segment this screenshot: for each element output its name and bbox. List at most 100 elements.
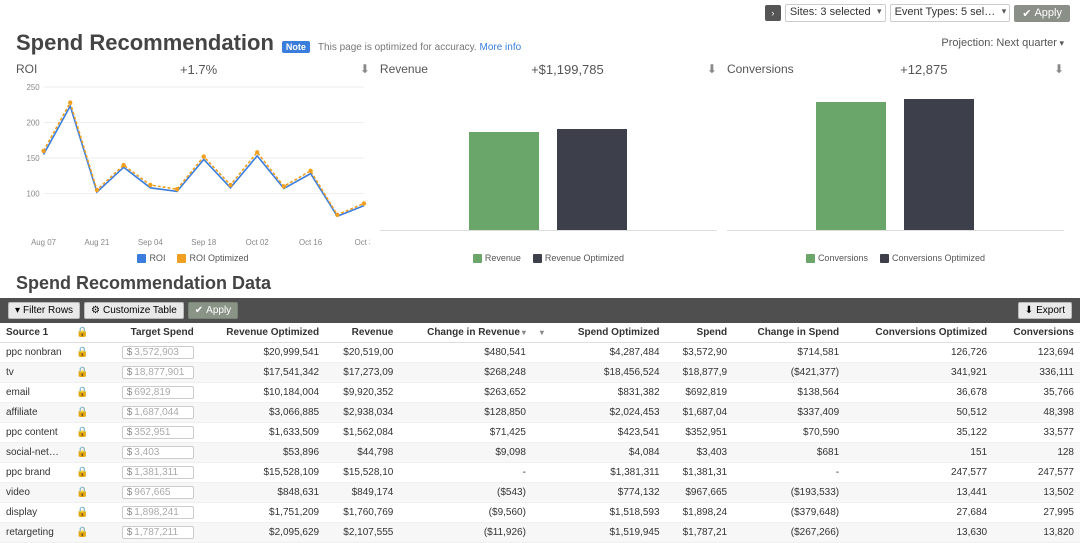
roi-label: ROI bbox=[16, 62, 37, 76]
table-row[interactable]: affiliate🔒1,687,044$3,066,885$2,938,034$… bbox=[0, 403, 1080, 423]
note-badge: Note bbox=[282, 41, 310, 53]
export-button[interactable]: ⬇ Export bbox=[1018, 302, 1072, 319]
target-spend-input[interactable]: 1,381,311 bbox=[122, 466, 194, 479]
charts-row: ROI +1.7% ⬇ 100 150 200 250 Aug 07 Aug 21 Sep … bbox=[0, 56, 1080, 273]
table-row[interactable]: ppc content🔒352,951$1,633,509$1,562,084$… bbox=[0, 423, 1080, 443]
conv-bar bbox=[816, 102, 886, 230]
svg-text:Sep 04: Sep 04 bbox=[138, 238, 163, 247]
table-apply-label: Apply bbox=[206, 305, 231, 316]
lock-icon[interactable]: 🔒 bbox=[76, 507, 88, 518]
target-spend-input[interactable]: 18,877,901 bbox=[122, 366, 194, 379]
svg-text:250: 250 bbox=[26, 83, 40, 92]
lock-icon[interactable]: 🔒 bbox=[76, 387, 88, 398]
table-row[interactable]: display🔒1,898,241$1,751,209$1,760,769($9… bbox=[0, 503, 1080, 523]
table-row[interactable]: video🔒967,665$848,631$849,174($543)$774,… bbox=[0, 483, 1080, 503]
svg-text:Oct 02: Oct 02 bbox=[246, 238, 269, 247]
col-8[interactable]: Spend bbox=[666, 323, 734, 343]
target-spend-input[interactable]: 3,403 bbox=[122, 446, 194, 459]
table-row[interactable]: email🔒692,819$10,184,004$9,920,352$263,6… bbox=[0, 383, 1080, 403]
download-icon[interactable]: ⬇ bbox=[1054, 62, 1064, 76]
filter-rows-button[interactable]: ▾ Filter Rows bbox=[8, 302, 80, 319]
conversions-chart-card: Conversions +12,875 ⬇ Conversions Conver… bbox=[727, 62, 1064, 263]
table-row[interactable]: tv🔒18,877,901$17,541,342$17,273,09$268,2… bbox=[0, 363, 1080, 383]
col-11[interactable]: Conversions bbox=[993, 323, 1080, 343]
roi-delta: +1.7% bbox=[37, 62, 360, 77]
table-row[interactable]: ppc brand🔒1,381,311$15,528,109$15,528,10… bbox=[0, 463, 1080, 483]
col-6[interactable]: ▾ bbox=[532, 323, 554, 343]
roi-chart: 100150200250Aug 07Aug 21Sep 04Sep 18Oct … bbox=[16, 81, 370, 251]
event-types-select[interactable]: Event Types: 5 sel… bbox=[890, 4, 1011, 22]
target-spend-input[interactable]: 3,572,903 bbox=[122, 346, 194, 359]
revenue-chart-card: Revenue +$1,199,785 ⬇ Revenue Revenue Op… bbox=[380, 62, 717, 263]
table-toolbar: ▾ Filter Rows ⚙ Customize Table ✔ Apply … bbox=[0, 298, 1080, 323]
col-7[interactable]: Spend Optimized bbox=[553, 323, 665, 343]
revenue-bar bbox=[469, 132, 539, 230]
collapse-icon[interactable]: › bbox=[765, 5, 781, 21]
legend-conv: Conversions bbox=[818, 253, 868, 263]
target-spend-input[interactable]: 1,687,044 bbox=[122, 406, 194, 419]
lock-icon: 🔒 bbox=[76, 327, 88, 338]
apply-button[interactable]: ✔ Apply bbox=[1014, 5, 1070, 22]
lock-icon[interactable]: 🔒 bbox=[76, 407, 88, 418]
legend-roi: ROI bbox=[149, 253, 165, 263]
target-spend-input[interactable]: 1,787,211 bbox=[122, 526, 194, 539]
svg-text:200: 200 bbox=[26, 118, 40, 127]
lock-icon[interactable]: 🔒 bbox=[76, 487, 88, 498]
svg-text:Aug 21: Aug 21 bbox=[84, 238, 109, 247]
col-4[interactable]: Revenue bbox=[325, 323, 399, 343]
col-9[interactable]: Change in Spend bbox=[733, 323, 845, 343]
col-5[interactable]: Change in Revenue▾ bbox=[399, 323, 532, 343]
projection-select[interactable]: Projection: Next quarter bbox=[941, 37, 1064, 49]
apply-label: Apply bbox=[1034, 7, 1062, 19]
conversions-delta: +12,875 bbox=[794, 62, 1054, 77]
svg-text:Oct 3: Oct 3 bbox=[355, 238, 370, 247]
revenue-opt-bar bbox=[557, 129, 627, 230]
target-spend-input[interactable]: 1,898,241 bbox=[122, 506, 194, 519]
table-apply-button[interactable]: ✔ Apply bbox=[188, 302, 238, 319]
download-icon[interactable]: ⬇ bbox=[360, 62, 370, 76]
target-spend-input[interactable]: 692,819 bbox=[122, 386, 194, 399]
export-label: Export bbox=[1036, 305, 1065, 316]
table-row[interactable]: ppc nonbran🔒3,572,903$20,999,541$20,519,… bbox=[0, 343, 1080, 363]
lock-icon[interactable]: 🔒 bbox=[76, 367, 88, 378]
page-title: Spend Recommendation bbox=[16, 30, 274, 56]
revenue-legend: Revenue Revenue Optimized bbox=[380, 253, 717, 263]
note-text-content: This page is optimized for accuracy. bbox=[318, 42, 477, 53]
svg-text:Aug 07: Aug 07 bbox=[31, 238, 56, 247]
svg-text:100: 100 bbox=[26, 189, 40, 198]
target-spend-input[interactable]: 967,665 bbox=[122, 486, 194, 499]
table-row[interactable]: social-networ🔒3,403$53,896$44,798$9,098$… bbox=[0, 443, 1080, 463]
table-row[interactable]: retargeting🔒1,787,211$2,095,629$2,107,55… bbox=[0, 523, 1080, 543]
lock-icon[interactable]: 🔒 bbox=[76, 447, 88, 458]
table-subtitle: Spend Recommendation Data bbox=[0, 273, 1080, 298]
col-0[interactable]: Source 1 bbox=[0, 323, 70, 343]
legend-rev-opt: Revenue Optimized bbox=[545, 253, 624, 263]
customize-table-button[interactable]: ⚙ Customize Table bbox=[84, 302, 184, 319]
roi-chart-card: ROI +1.7% ⬇ 100 150 200 250 Aug 07 Aug 21 Sep … bbox=[16, 62, 370, 263]
download-icon[interactable]: ⬇ bbox=[707, 62, 717, 76]
conversions-legend: Conversions Conversions Optimized bbox=[727, 253, 1064, 263]
sites-select[interactable]: Sites: 3 selected bbox=[785, 4, 886, 22]
conversions-chart bbox=[727, 81, 1064, 251]
legend-rev: Revenue bbox=[485, 253, 521, 263]
more-info-link[interactable]: More info bbox=[479, 42, 521, 53]
target-spend-input[interactable]: 352,951 bbox=[122, 426, 194, 439]
col-1[interactable]: 🔒 bbox=[70, 323, 99, 343]
lock-icon[interactable]: 🔒 bbox=[76, 527, 88, 538]
revenue-delta: +$1,199,785 bbox=[428, 62, 707, 77]
col-3[interactable]: Revenue Optimized bbox=[200, 323, 325, 343]
data-table: Source 1 🔒 Target SpendRevenue OptimizedRe… bbox=[0, 323, 1080, 543]
revenue-chart bbox=[380, 81, 717, 251]
legend-roi-opt: ROI Optimized bbox=[189, 253, 248, 263]
col-2[interactable]: Target Spend bbox=[99, 323, 199, 343]
lock-icon[interactable]: 🔒 bbox=[76, 467, 88, 478]
page-header: Spend Recommendation Note This page is o… bbox=[0, 26, 1080, 56]
svg-text:150: 150 bbox=[26, 154, 40, 163]
col-10[interactable]: Conversions Optimized bbox=[845, 323, 993, 343]
lock-icon[interactable]: 🔒 bbox=[76, 347, 88, 358]
revenue-label: Revenue bbox=[380, 62, 428, 76]
lock-icon[interactable]: 🔒 bbox=[76, 427, 88, 438]
conversions-label: Conversions bbox=[727, 62, 794, 76]
svg-text:Oct 16: Oct 16 bbox=[299, 238, 323, 247]
top-filter-bar: › Sites: 3 selected Event Types: 5 sel… … bbox=[0, 0, 1080, 26]
